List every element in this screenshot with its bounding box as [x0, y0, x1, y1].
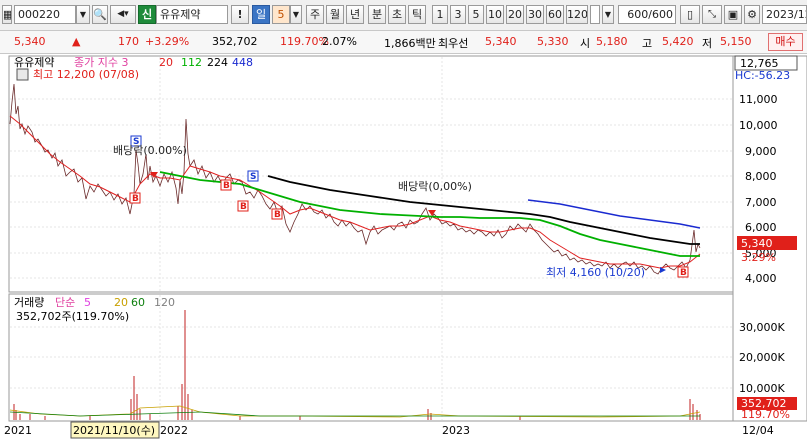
y-tick: 8,000 [745, 170, 777, 183]
period-week-button[interactable]: 주 [306, 5, 324, 24]
interval-30-button[interactable]: 30 [526, 5, 544, 24]
stock-name-field[interactable]: 유유제약 [156, 5, 228, 24]
chart-toolbar: ▦ 000220 ▼ 🔍 ◀▾ 신 유유제약 ! 일 5 ▼ 주 월 년 분 초… [0, 0, 807, 31]
period-month-button[interactable]: 월 [326, 5, 344, 24]
x-label-right: 12/04 [742, 424, 774, 437]
interval-10-button[interactable]: 10 [486, 5, 504, 24]
volume-current: 352,702주(119.70%) [16, 310, 129, 323]
x-label: 2021 [4, 424, 32, 437]
interval-120-button[interactable]: 120 [566, 5, 588, 24]
dividend-label-2: 배당락(0,00%) [398, 180, 472, 193]
buy-signal-icon-label: B [223, 181, 230, 191]
turnover-rate: 2.07% [322, 35, 357, 48]
x-label: 2023 [442, 424, 470, 437]
y-tick: 9,000 [745, 145, 777, 158]
volume-legend-name: 거래량 [14, 296, 44, 309]
period-dropdown-icon[interactable]: ▼ [290, 5, 302, 24]
y-tick: 11,000 [739, 93, 778, 106]
chart-type-icon[interactable]: ▯ [680, 5, 700, 24]
x-label: 2022 [160, 424, 188, 437]
y-tick: 4,000 [745, 272, 777, 285]
interval-20-button[interactable]: 20 [506, 5, 524, 24]
interval-dropdown-icon[interactable]: ▼ [602, 5, 614, 24]
buy-signal-icon-label: B [680, 268, 687, 278]
alert-button[interactable]: ! [231, 5, 249, 24]
vma60-legend: 60 [131, 296, 145, 309]
ma224-legend: 224 [207, 56, 228, 69]
save-icon[interactable]: ▣ [724, 5, 742, 24]
interval-1-button[interactable]: 1 [432, 5, 448, 24]
volume-value: 352,702 [212, 35, 258, 48]
interval-60-button[interactable]: 60 [546, 5, 564, 24]
trade-amount: 1,866백만 [384, 37, 436, 50]
best-label: 최우선 [438, 37, 469, 50]
low-label: 저 [702, 37, 713, 50]
code-dropdown-icon[interactable]: ▼ [76, 5, 90, 24]
corner-sub: HC:-56.23 [735, 69, 790, 82]
max-label: 최고 12,200 (07/08) [33, 68, 139, 81]
period-num-field[interactable]: 5 [272, 5, 290, 24]
buy-button[interactable]: 매수 [768, 33, 803, 51]
menu-icon[interactable]: ▦ [2, 5, 12, 24]
new-badge: 신 [138, 5, 156, 24]
date-field[interactable]: 2023/12 [762, 5, 807, 24]
last-price: 5,340 [741, 237, 773, 250]
speaker-icon[interactable]: ◀▾ [110, 5, 136, 24]
bid-price: 5,330 [537, 35, 569, 48]
change-percent: +3.29% [145, 35, 190, 48]
interval-custom-field[interactable] [590, 5, 600, 24]
y-tick: 6,000 [745, 221, 777, 234]
dividend-label: 배당락(0.00%) [113, 144, 187, 157]
quote-bar: 5,340 ▲ 170 +3.29% 352,702 119.70% 2.07%… [0, 31, 807, 54]
y-tick: 30,000K [739, 321, 785, 334]
price-panel-frame [8, 55, 734, 293]
buy-signal-icon-label: B [274, 210, 281, 220]
stock-chart[interactable]: S S B B B B B 유유제약 종가 지수 3 20 112 224 44… [0, 54, 807, 440]
last-pct: 3.29% [741, 251, 776, 264]
high-label: 고 [642, 37, 653, 50]
period-year-button[interactable]: 년 [346, 5, 364, 24]
low-price: 5,150 [720, 35, 752, 48]
period-day-button[interactable]: 일 [252, 5, 270, 24]
vma20-legend: 20 [114, 296, 128, 309]
price-legend-name: 유유제약 [14, 55, 54, 69]
search-icon[interactable]: 🔍 [92, 5, 108, 24]
period-second-button[interactable]: 초 [388, 5, 406, 24]
period-tick-button[interactable]: 틱 [408, 5, 426, 24]
count-field[interactable]: 600/600 [618, 5, 676, 24]
stock-code-input[interactable]: 000220 [14, 5, 76, 24]
vma5-legend: 5 [84, 296, 91, 309]
buy-signal-icon-label: B [240, 202, 247, 212]
up-arrow-icon: ▲ [72, 35, 81, 48]
settings-icon[interactable]: ⚙ [744, 5, 760, 24]
y-tick: 10,000 [739, 119, 778, 132]
current-price: 5,340 [14, 35, 46, 48]
open-label: 시 [580, 37, 591, 50]
y-tick: 7,000 [745, 196, 777, 209]
interval-5-button[interactable]: 5 [468, 5, 484, 24]
y-tick: 20,000K [739, 351, 785, 364]
interval-3-button[interactable]: 3 [450, 5, 466, 24]
grid-table-icon [16, 68, 29, 81]
indicator-icon[interactable]: ⤡ [702, 5, 722, 24]
last-volume-pct: 119.70% [741, 408, 790, 421]
open-price: 5,180 [596, 35, 628, 48]
volume-legend-type: 단순 [55, 296, 75, 309]
min-label: 최저 4,160 (10/20) [546, 266, 645, 279]
y-tick: 10,000K [739, 382, 785, 395]
buy-signal-icon-label: B [132, 194, 139, 204]
volume-y-axis: 30,000K 20,000K 10,000K [739, 321, 785, 395]
high-price: 5,420 [662, 35, 694, 48]
cursor-date: 2021/11/10(수) [73, 424, 155, 437]
ma20-legend: 20 [159, 56, 173, 69]
ma448-legend: 448 [232, 56, 253, 69]
period-minute-button[interactable]: 분 [368, 5, 386, 24]
vma120-legend: 120 [154, 296, 175, 309]
ask-price: 5,340 [485, 35, 517, 48]
sell-signal-icon-label: S [250, 172, 256, 182]
ma112-legend: 112 [181, 56, 202, 69]
change-value: 170 [118, 35, 139, 48]
